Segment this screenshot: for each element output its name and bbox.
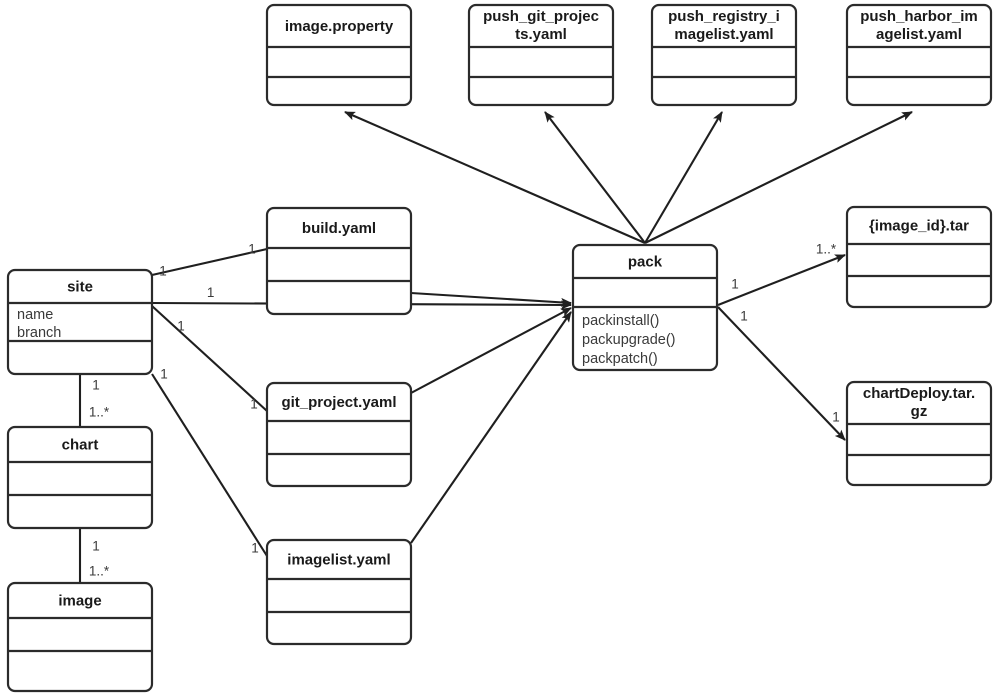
class-name: {image_id}.tar <box>869 217 969 234</box>
class-box-chart[interactable]: chart <box>6 425 154 530</box>
class-name: build.yaml <box>302 220 376 237</box>
multiplicity-label: 1 <box>207 285 215 300</box>
class-method: packinstall() <box>582 313 659 329</box>
multiplicity-label: 1 <box>177 319 185 334</box>
edge-line <box>151 305 268 412</box>
class-name: chart <box>62 436 99 453</box>
edge-line <box>410 307 572 394</box>
class-name: chartDeploy.tar. <box>863 385 975 402</box>
multiplicity-label: 1 <box>92 539 100 554</box>
multiplicity-label: 1 <box>250 397 258 412</box>
multiplicity-label: 1 <box>832 410 840 425</box>
edge-site-to-git-project-yaml <box>151 305 268 412</box>
class-name: push_git_projec <box>483 8 599 25</box>
multiplicity-label: 1 <box>160 367 168 382</box>
class-box-build_yaml[interactable]: build.yaml <box>265 206 413 316</box>
class-name: push_harbor_im <box>860 8 978 25</box>
class-method: packpatch() <box>582 351 658 367</box>
multiplicity-label: 1 <box>159 264 167 279</box>
class-name: pack <box>628 253 663 270</box>
edge-line <box>410 311 572 544</box>
class-box-push_harbor_imagelist[interactable]: push_harbor_imagelist.yaml <box>845 3 993 107</box>
class-box-chart_deploy_targz[interactable]: chartDeploy.tar.gz <box>845 380 993 487</box>
class-box-push_git_projects[interactable]: push_git_projects.yaml <box>467 3 615 107</box>
class-attribute: branch <box>17 325 61 341</box>
edge-line <box>717 306 846 441</box>
multiplicity-label: 1 <box>740 309 748 324</box>
edge-build-yaml-to-pack <box>410 291 572 307</box>
edge-line <box>410 291 572 307</box>
class-attribute: name <box>17 307 53 323</box>
class-name: push_registry_i <box>668 8 780 25</box>
edge-pack-to-push-git-projects <box>544 111 646 244</box>
edges-layer <box>78 111 913 583</box>
diagram-canvas: image.propertypush_git_projects.yamlpush… <box>6 3 993 693</box>
class-box-image_property[interactable]: image.property <box>265 3 413 107</box>
multiplicity-label: 1 <box>92 378 100 393</box>
classes-layer: image.propertypush_git_projects.yamlpush… <box>6 3 993 693</box>
class-name-cont: agelist.yaml <box>876 26 962 43</box>
class-method: packupgrade() <box>582 332 676 348</box>
class-box-pack[interactable]: pack packinstall() packupgrade() packpatch(… <box>571 243 719 372</box>
class-name-cont: ts.yaml <box>515 26 567 43</box>
class-name: git_project.yaml <box>281 394 396 411</box>
class-box-git_project_yaml[interactable]: git_project.yaml <box>265 381 413 488</box>
class-box-image_id_tar[interactable]: {image_id}.tar <box>845 205 993 309</box>
edge-imagelist-yaml-to-pack <box>410 311 572 544</box>
class-name-cont: magelist.yaml <box>674 26 773 43</box>
edge-git-project-yaml-to-pack <box>410 307 572 394</box>
class-name-cont: gz <box>911 403 928 420</box>
edge-pack-to-chart-deploy <box>717 306 846 441</box>
multiplicity-label: 1 <box>251 541 259 556</box>
multiplicity-label: 1 <box>248 242 256 257</box>
class-name: site <box>67 278 93 295</box>
multiplicity-label: 1..* <box>89 405 110 420</box>
edge-labels-layer: 1 1 1 1 1 1 1 1 1..* 1 1..* 1 1..* 1 1 <box>89 242 840 579</box>
edge-line <box>544 111 646 244</box>
uml-class-diagram: image.property push_git_projec ts.yaml push… <box>0 0 1000 697</box>
class-box-image[interactable]: image <box>6 581 154 693</box>
class-box-site[interactable]: site name branch <box>6 268 154 376</box>
multiplicity-label: 1 <box>731 277 739 292</box>
multiplicity-label: 1..* <box>89 564 110 579</box>
class-name: imagelist.yaml <box>287 551 390 568</box>
class-name: image <box>58 592 101 609</box>
multiplicity-label: 1..* <box>816 242 837 257</box>
class-box-imagelist_yaml[interactable]: imagelist.yaml <box>265 538 413 646</box>
class-name: image.property <box>285 18 394 35</box>
class-box-push_registry_imagelist[interactable]: push_registry_imagelist.yaml <box>650 3 798 107</box>
